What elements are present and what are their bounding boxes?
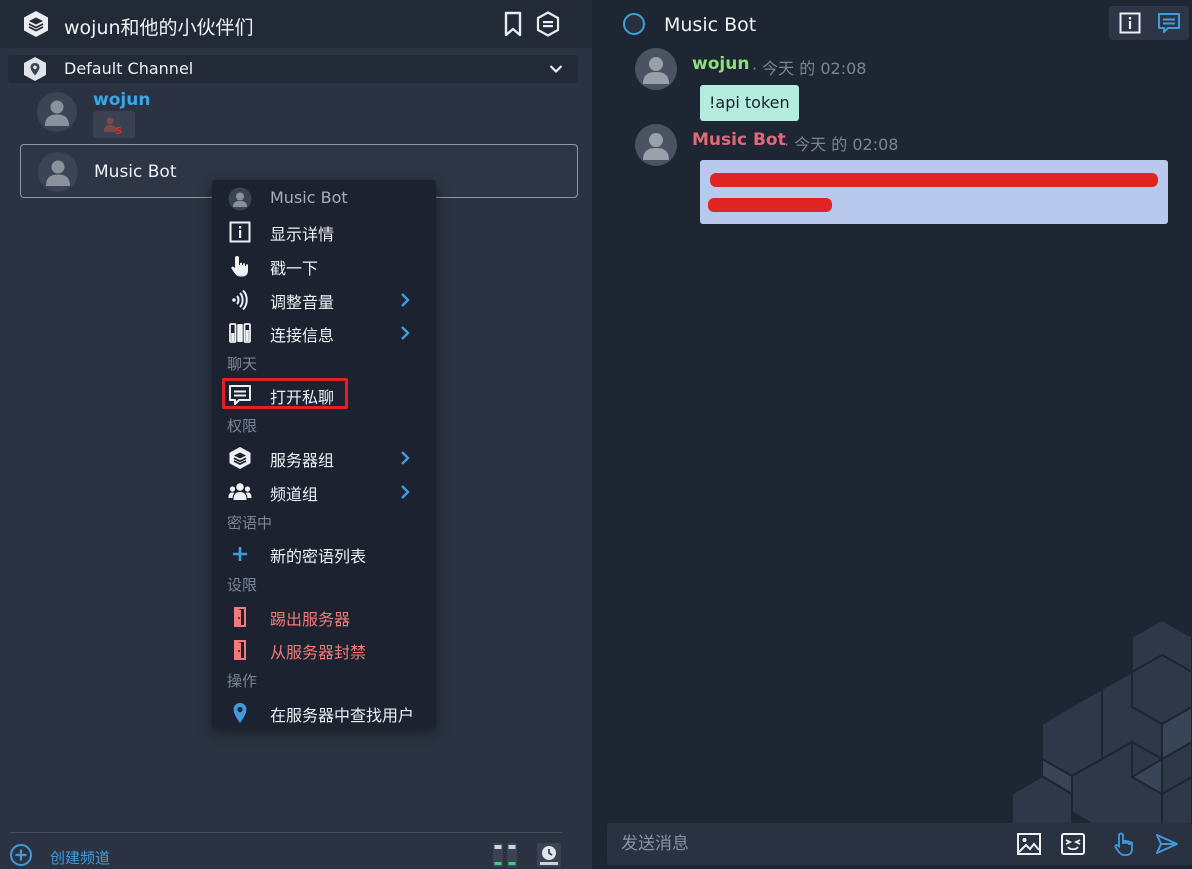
emoji-icon[interactable] bbox=[1060, 831, 1086, 857]
chat-bubble-icon[interactable] bbox=[1157, 11, 1181, 35]
menu-item-label: 显示详情 bbox=[270, 225, 335, 244]
status-circle-icon bbox=[623, 13, 645, 35]
channel-default[interactable]: Default Channel bbox=[8, 55, 578, 83]
avatar[interactable] bbox=[635, 48, 677, 90]
channel-group-icon bbox=[228, 483, 252, 500]
avatar[interactable] bbox=[37, 92, 77, 132]
default-avatar-icon bbox=[46, 160, 70, 186]
avatar bbox=[38, 152, 78, 192]
chevron-right-icon bbox=[401, 451, 410, 465]
server-header: wojun和他的小伙伴们 bbox=[0, 0, 592, 48]
menu-item-label: 频道组 bbox=[270, 485, 319, 504]
ban-door-icon bbox=[234, 640, 246, 660]
menu-item-adjust-volume[interactable]: 调整音量 bbox=[212, 284, 436, 314]
menu-item-connection-info[interactable]: 连接信息 bbox=[212, 317, 436, 347]
chat-panel: Music Bot wojun · 今天 的 02:08 !api token bbox=[592, 0, 1192, 869]
redaction-mark bbox=[710, 173, 1158, 187]
location-pin-icon bbox=[24, 57, 46, 81]
channel-name: Default Channel bbox=[64, 59, 194, 78]
server-logo-icon[interactable] bbox=[22, 10, 50, 38]
message-bubble: !api token bbox=[700, 85, 799, 121]
find-location-icon bbox=[233, 703, 247, 723]
avatar-icon bbox=[228, 187, 252, 211]
menu-item-show-details[interactable]: 显示详情 bbox=[212, 216, 436, 246]
message-timestamp: · 今天 的 02:08 bbox=[752, 59, 867, 78]
info-icon[interactable] bbox=[1119, 12, 1141, 34]
menu-section-whisper: 密语中 bbox=[227, 514, 273, 532]
message-timestamp: · 今天 的 02:08 bbox=[784, 135, 899, 154]
menu-section-permissions: 权限 bbox=[227, 417, 258, 435]
highlight-annotation bbox=[222, 378, 348, 409]
default-avatar-icon bbox=[45, 100, 69, 126]
poke-hand-icon bbox=[231, 256, 248, 277]
server-admin-badge-icon: S bbox=[104, 117, 122, 137]
menu-item-kick-from-server[interactable]: 踢出服务器 bbox=[212, 601, 436, 631]
chevron-right-icon bbox=[401, 485, 410, 499]
divider bbox=[10, 832, 562, 833]
create-channel-link[interactable]: 创建频道 bbox=[50, 847, 110, 868]
cube-pattern-decoration bbox=[1012, 620, 1192, 830]
user-name-music-bot: Music Bot bbox=[94, 162, 177, 182]
user-name-wojun[interactable]: wojun bbox=[93, 90, 150, 110]
menu-item-label: 从服务器封禁 bbox=[270, 643, 367, 662]
message-bubble-redacted bbox=[700, 160, 1168, 224]
menu-item-label: 调整音量 bbox=[270, 293, 335, 312]
default-avatar-icon bbox=[643, 133, 669, 160]
menu-item-label: 服务器组 bbox=[270, 451, 335, 470]
user-context-menu: Music Bot 显示详情 戳一下 调整音量 连接信息 聊天 打开私聊 权限 … bbox=[212, 180, 436, 728]
menu-item-find-user[interactable]: 在服务器中查找用户 bbox=[212, 697, 436, 727]
plus-icon bbox=[233, 547, 247, 561]
server-tree-panel: wojun和他的小伙伴们 Default Channel wojun S Mus… bbox=[0, 0, 592, 869]
info-icon bbox=[229, 221, 251, 243]
menu-header: Music Bot bbox=[212, 183, 436, 213]
badge-letter: S bbox=[115, 126, 122, 137]
menu-item-label: 在服务器中查找用户 bbox=[270, 706, 415, 725]
menu-section-actions: 操作 bbox=[227, 672, 258, 690]
avatar[interactable] bbox=[635, 124, 677, 166]
server-group-icon bbox=[229, 447, 251, 469]
menu-item-server-groups[interactable]: 服务器组 bbox=[212, 442, 436, 472]
menu-item-label: 踢出服务器 bbox=[270, 610, 351, 629]
server-group-badge: S bbox=[93, 111, 135, 138]
menu-item-label: 连接信息 bbox=[270, 326, 335, 345]
message-author[interactable]: wojun bbox=[692, 54, 749, 74]
chat-title: Music Bot bbox=[664, 14, 757, 36]
chat-header: Music Bot bbox=[592, 0, 1192, 48]
add-circle-icon[interactable] bbox=[9, 843, 33, 867]
message-author[interactable]: Music Bot bbox=[692, 130, 786, 150]
chevron-right-icon bbox=[401, 326, 410, 340]
kick-door-icon bbox=[234, 607, 246, 627]
server-info-icon[interactable] bbox=[491, 841, 519, 869]
menu-header-label: Music Bot bbox=[270, 188, 348, 207]
connection-info-icon bbox=[229, 323, 251, 343]
chevron-right-icon bbox=[401, 293, 410, 307]
bookmark-icon[interactable] bbox=[502, 11, 524, 37]
volume-icon bbox=[232, 289, 248, 311]
send-icon[interactable] bbox=[1154, 831, 1180, 857]
message-composer bbox=[607, 823, 1192, 865]
image-icon[interactable] bbox=[1016, 831, 1042, 857]
menu-item-new-whisper-list[interactable]: 新的密语列表 bbox=[212, 538, 436, 568]
menu-item-ban-from-server[interactable]: 从服务器封禁 bbox=[212, 634, 436, 664]
menu-section-chat: 聊天 bbox=[227, 355, 258, 373]
poke-hand-icon[interactable] bbox=[1111, 831, 1137, 857]
chevron-down-icon[interactable] bbox=[548, 61, 564, 77]
menu-item-channel-groups[interactable]: 频道组 bbox=[212, 476, 436, 506]
menu-item-poke[interactable]: 戳一下 bbox=[212, 250, 436, 280]
menu-section-restrict: 设限 bbox=[227, 576, 258, 594]
default-avatar-icon bbox=[643, 57, 669, 84]
server-menu-icon[interactable] bbox=[535, 11, 561, 37]
redaction-mark bbox=[708, 198, 832, 212]
message-input[interactable] bbox=[621, 832, 1001, 856]
menu-item-label: 新的密语列表 bbox=[270, 547, 367, 566]
menu-item-label: 戳一下 bbox=[270, 259, 319, 278]
header-button-group bbox=[1109, 6, 1189, 40]
server-name[interactable]: wojun和他的小伙伴们 bbox=[64, 13, 254, 40]
clock-icon[interactable] bbox=[535, 841, 563, 869]
